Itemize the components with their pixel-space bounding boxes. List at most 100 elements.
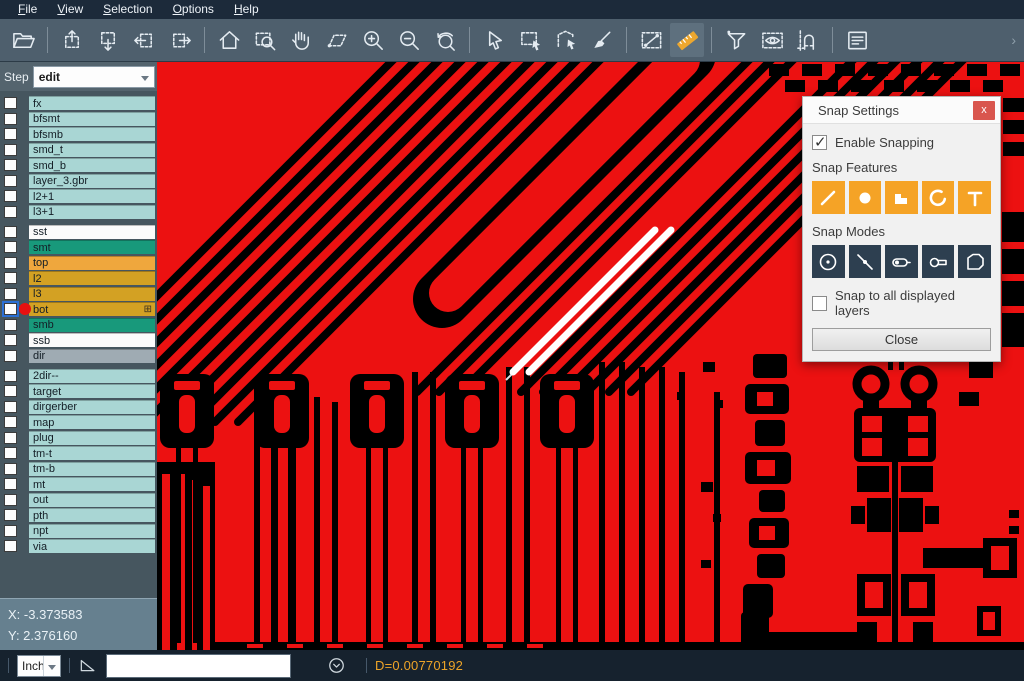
layer-row-l2[interactable]: l2	[0, 271, 157, 285]
layer-checkbox-l2[interactable]	[4, 272, 17, 284]
menu-file[interactable]: File	[8, 0, 47, 19]
layer-row-pth[interactable]: pth	[0, 508, 157, 522]
scroll-up-button[interactable]	[55, 23, 89, 57]
open-file-button[interactable]	[6, 23, 40, 57]
layer-checkbox-tm-t[interactable]	[4, 447, 17, 459]
layer-row-l2+1[interactable]: l2+1	[0, 189, 157, 203]
layer-checkbox-smb[interactable]	[4, 319, 17, 331]
snap-feature-line-button[interactable]	[812, 181, 845, 214]
layer-row-layer_3.gbr[interactable]: layer_3.gbr	[0, 174, 157, 188]
layer-row-bot[interactable]: bot⊞	[0, 302, 157, 316]
snap-mode-contour-button[interactable]	[958, 245, 991, 278]
zoom-area-button[interactable]	[320, 23, 354, 57]
close-button[interactable]: Close	[812, 328, 991, 351]
snap-mode-slot-open-button[interactable]	[922, 245, 955, 278]
layer-checkbox-smt[interactable]	[4, 241, 17, 253]
layer-row-map[interactable]: map	[0, 415, 157, 429]
layer-checkbox-map[interactable]	[4, 416, 17, 428]
pcb-canvas[interactable]: Snap Settings x Enable Snapping Snap Fea…	[157, 62, 1024, 650]
layer-row-dir[interactable]: dir	[0, 349, 157, 363]
layer-checkbox-l2+1[interactable]	[4, 190, 17, 202]
layer-checkbox-tm-b[interactable]	[4, 463, 17, 475]
layer-row-via[interactable]: via	[0, 539, 157, 553]
layer-row-dirgerber[interactable]: dirgerber	[0, 400, 157, 414]
layer-checkbox-smd_b[interactable]	[4, 159, 17, 171]
snap-feature-arc-button[interactable]	[922, 181, 955, 214]
layer-row-l3[interactable]: l3	[0, 287, 157, 301]
zoom-previous-button[interactable]	[428, 23, 462, 57]
filter-button[interactable]	[719, 23, 753, 57]
layer-row-target[interactable]: target	[0, 384, 157, 398]
step-select[interactable]: edit	[33, 66, 155, 88]
select-area-button[interactable]	[549, 23, 583, 57]
enable-snapping-checkbox[interactable]	[812, 135, 827, 150]
layer-checkbox-mt[interactable]	[4, 478, 17, 490]
layer-checkbox-target[interactable]	[4, 385, 17, 397]
report-button[interactable]	[840, 23, 874, 57]
layer-row-npt[interactable]: npt	[0, 524, 157, 538]
clean-brush-button[interactable]	[585, 23, 619, 57]
zoom-in-button[interactable]	[356, 23, 390, 57]
layer-row-smd_t[interactable]: smd_t	[0, 143, 157, 157]
layer-row-bfsmt[interactable]: bfsmt	[0, 112, 157, 126]
layer-row-top[interactable]: top	[0, 256, 157, 270]
layer-row-2dir--[interactable]: 2dir--	[0, 369, 157, 383]
layer-row-smb[interactable]: smb	[0, 318, 157, 332]
measure-input[interactable]	[106, 654, 291, 678]
layer-checkbox-plug[interactable]	[4, 432, 17, 444]
select-rect-button[interactable]	[513, 23, 547, 57]
snap-settings-button[interactable]	[791, 23, 825, 57]
view-options-button[interactable]	[755, 23, 789, 57]
zoom-window-button[interactable]	[248, 23, 282, 57]
layer-row-tm-t[interactable]: tm-t	[0, 446, 157, 460]
layer-checkbox-bot[interactable]	[4, 303, 17, 315]
snap-feature-surface-button[interactable]	[885, 181, 918, 214]
layer-checkbox-bfsmb[interactable]	[4, 128, 17, 140]
layer-checkbox-bfsmt[interactable]	[4, 113, 17, 125]
layer-checkbox-npt[interactable]	[4, 525, 17, 537]
layer-row-bfsmb[interactable]: bfsmb	[0, 127, 157, 141]
select-cursor-button[interactable]	[477, 23, 511, 57]
layer-row-out[interactable]: out	[0, 493, 157, 507]
unit-select[interactable]: Inch	[17, 655, 61, 677]
layer-row-tm-b[interactable]: tm-b	[0, 462, 157, 476]
layer-checkbox-2dir--[interactable]	[4, 370, 17, 382]
layer-row-ssb[interactable]: ssb	[0, 333, 157, 347]
snap-feature-pad-button[interactable]	[849, 181, 882, 214]
menu-help[interactable]: Help	[224, 0, 269, 19]
layer-checkbox-ssb[interactable]	[4, 334, 17, 346]
menu-options[interactable]: Options	[163, 0, 224, 19]
layer-checkbox-smd_t[interactable]	[4, 144, 17, 156]
layer-checkbox-layer_3.gbr[interactable]	[4, 175, 17, 187]
layer-row-smd_b[interactable]: smd_b	[0, 158, 157, 172]
menu-selection[interactable]: Selection	[93, 0, 162, 19]
layer-checkbox-out[interactable]	[4, 494, 17, 506]
snap-mode-slot-horizontal-button[interactable]	[885, 245, 918, 278]
snap-feature-text-button[interactable]	[958, 181, 991, 214]
layer-row-smt[interactable]: smt	[0, 240, 157, 254]
layer-checkbox-top[interactable]	[4, 257, 17, 269]
layer-row-mt[interactable]: mt	[0, 477, 157, 491]
pan-hand-button[interactable]	[284, 23, 318, 57]
toolbar-overflow-icon[interactable]: ›	[1011, 32, 1018, 48]
apply-circle-icon[interactable]	[327, 656, 346, 675]
layer-row-fx[interactable]: fx	[0, 96, 157, 110]
layer-checkbox-dirgerber[interactable]	[4, 401, 17, 413]
layer-checkbox-dir[interactable]	[4, 350, 17, 362]
zoom-out-button[interactable]	[392, 23, 426, 57]
menu-view[interactable]: View	[47, 0, 93, 19]
grid-icon[interactable]: ⊞	[144, 304, 155, 316]
close-icon[interactable]: x	[973, 101, 995, 120]
layer-checkbox-l3+1[interactable]	[4, 206, 17, 218]
snap-all-layers-checkbox[interactable]	[812, 296, 827, 311]
zoom-home-button[interactable]	[212, 23, 246, 57]
layer-checkbox-pth[interactable]	[4, 509, 17, 521]
measure-ruler-button[interactable]	[670, 23, 704, 57]
scroll-down-button[interactable]	[91, 23, 125, 57]
scroll-right-button[interactable]	[163, 23, 197, 57]
scroll-left-button[interactable]	[127, 23, 161, 57]
layer-row-plug[interactable]: plug	[0, 431, 157, 445]
snap-mode-point-on-line-button[interactable]	[849, 245, 882, 278]
layer-row-sst[interactable]: sst	[0, 225, 157, 239]
layer-checkbox-l3[interactable]	[4, 288, 17, 300]
